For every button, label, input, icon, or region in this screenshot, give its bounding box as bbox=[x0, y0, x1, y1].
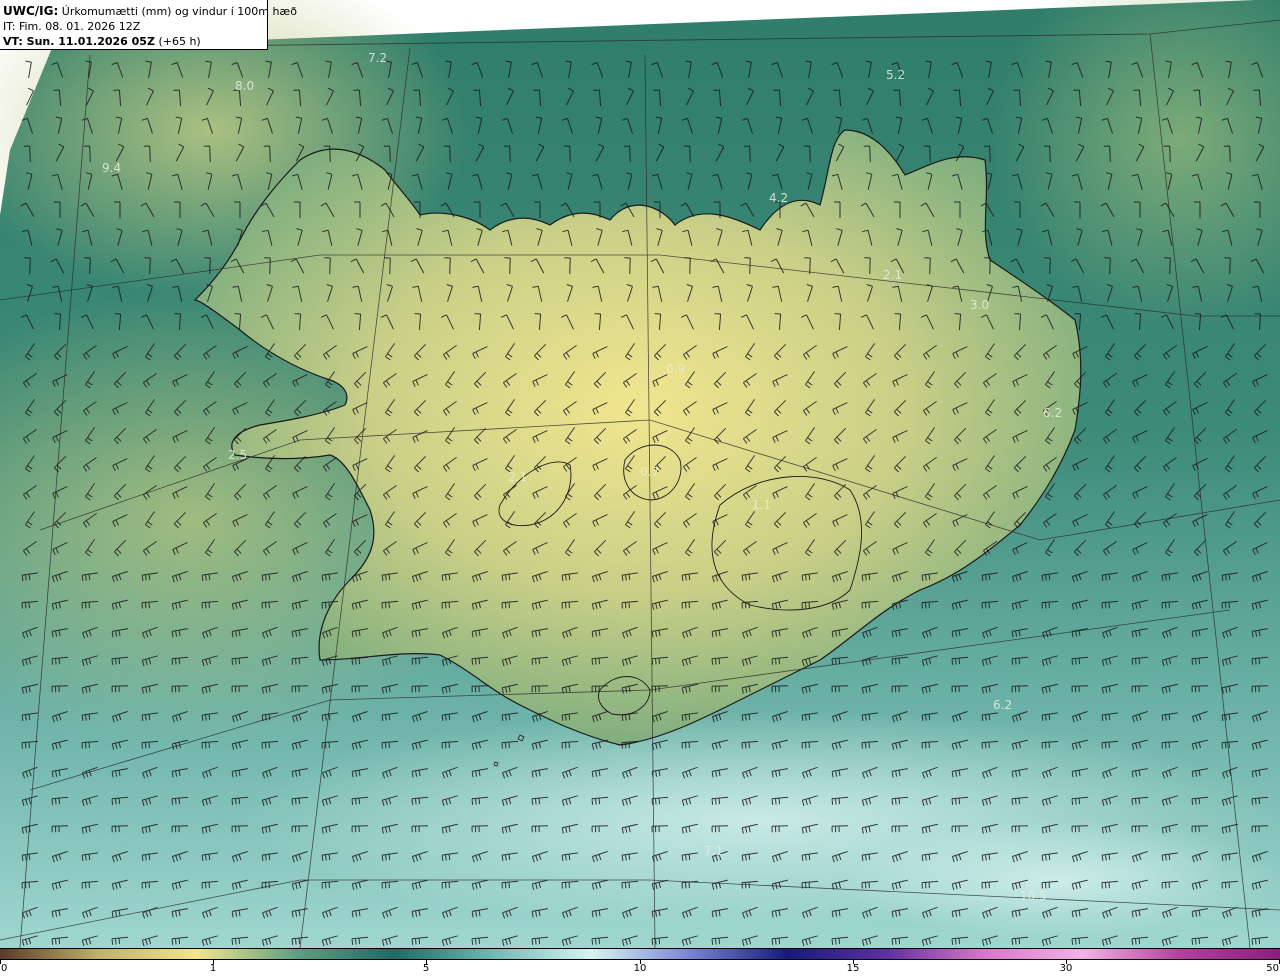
weather-map: 7.2 8.0 5.2 9.4 4.2 2.1 3.0 6.2 0.9 2.5 … bbox=[0, 0, 1280, 948]
value-label: 10.5 bbox=[1020, 889, 1047, 903]
value-label: 5.2 bbox=[886, 68, 905, 82]
colorbar-label: 10 bbox=[633, 963, 647, 974]
model-name: UWC/IG: bbox=[3, 4, 59, 18]
forecast-lead: (+65 h) bbox=[158, 35, 201, 48]
value-label: 6.2 bbox=[1043, 406, 1062, 420]
valid-time-line: VT: Sun. 11.01.2026 05Z (+65 h) bbox=[3, 34, 267, 49]
value-label: 7.1 bbox=[704, 844, 723, 858]
colorbar-label: 5 bbox=[422, 963, 430, 974]
initial-time: IT: Fim. 08. 01. 2026 12Z bbox=[3, 20, 141, 33]
value-label: 1.1 bbox=[752, 498, 771, 512]
valid-time: VT: Sun. 11.01.2026 05Z bbox=[3, 35, 155, 48]
map-info-box: UWC/IG: Úrkomumætti (mm) og vindur í 100… bbox=[0, 0, 297, 50]
value-label: 9.4 bbox=[102, 161, 121, 175]
colorbar-label: 50 bbox=[1266, 963, 1279, 974]
product-description: Úrkomumætti (mm) og vindur í 100m hæð bbox=[61, 5, 297, 18]
value-label: 0.7 bbox=[640, 465, 659, 479]
value-label: 2.1 bbox=[883, 268, 902, 282]
product-title: UWC/IG: Úrkomumætti (mm) og vindur í 100… bbox=[3, 4, 297, 19]
colorbar-label: 30 bbox=[1059, 963, 1073, 974]
value-label: 0.9 bbox=[666, 362, 685, 376]
value-label: 6.2 bbox=[993, 698, 1012, 712]
colorbar-legend: 0 1 5 10 15 30 50 bbox=[0, 948, 1280, 978]
value-label: 4.2 bbox=[769, 191, 788, 205]
colorbar-label: 15 bbox=[846, 963, 860, 974]
value-label: 7.2 bbox=[368, 51, 387, 65]
value-label: 3.0 bbox=[970, 298, 989, 312]
precip-high-se bbox=[840, 820, 1280, 940]
colorbar-label: 1 bbox=[209, 963, 217, 974]
value-label: 8.0 bbox=[235, 79, 254, 93]
value-label: 2.5 bbox=[228, 448, 247, 462]
colorbar-label: 0 bbox=[1, 963, 8, 974]
value-label: 2.1 bbox=[508, 470, 527, 484]
